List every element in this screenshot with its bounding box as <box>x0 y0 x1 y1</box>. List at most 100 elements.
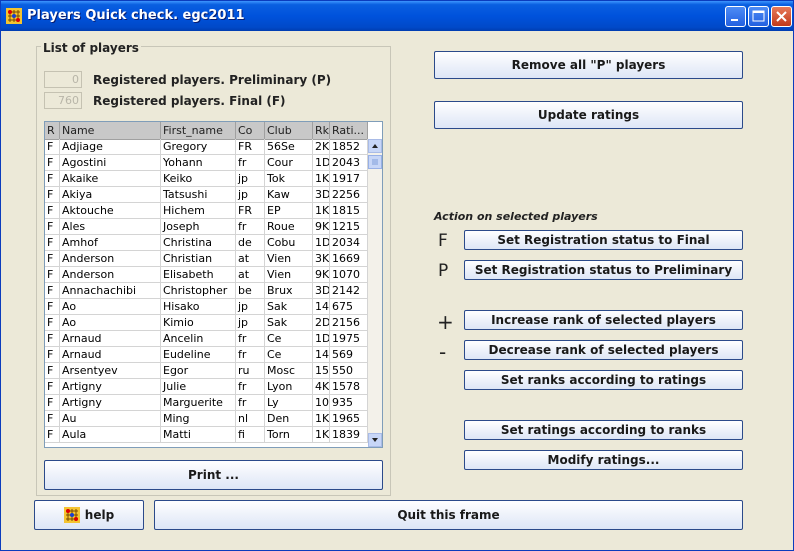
cell-status: F <box>45 411 60 427</box>
column-header-name[interactable]: Name <box>60 122 161 139</box>
preliminary-symbol: P <box>438 261 449 281</box>
column-header-rating[interactable]: Rati... <box>330 122 368 139</box>
set-final-status-button[interactable]: Set Registration status to Final <box>464 230 743 250</box>
cell-status: F <box>45 299 60 315</box>
window-title: Players Quick check. egc2011 <box>27 8 245 23</box>
cell-name: Akaike <box>60 171 161 187</box>
scroll-thumb[interactable] <box>368 155 382 169</box>
column-header-country[interactable]: Co <box>236 122 265 139</box>
table-row[interactable]: F Ao Kimio jp Sak 2D 2156 <box>45 315 368 331</box>
scroll-up-arrow-icon <box>372 144 378 148</box>
cell-first-name: Marguerite <box>161 395 236 411</box>
table-vertical-scrollbar[interactable] <box>368 139 382 447</box>
cell-country: be <box>236 283 265 299</box>
cell-country: fr <box>236 155 265 171</box>
cell-rating: 569 <box>330 347 368 363</box>
table-row[interactable]: F Annachachibi Christopher be Brux 3D 2142 <box>45 283 368 299</box>
table-row[interactable]: F Artigny Julie fr Lyon 4K 1578 <box>45 379 368 395</box>
action-section-label: Action on selected players <box>434 210 598 223</box>
scroll-grip-icon <box>372 159 378 165</box>
cell-first-name: Yohann <box>161 155 236 171</box>
table-row[interactable]: FAoHisakojpSak14K675 <box>45 299 368 315</box>
cell-first-name: Ancelin <box>161 331 236 347</box>
cell-name: Amhof <box>60 235 161 251</box>
cell-rank: 1K <box>315 203 330 219</box>
cell-rating: 1917 <box>330 171 368 187</box>
column-header-rank[interactable]: Rk <box>313 122 330 139</box>
table-row[interactable]: F Anderson Christian at Vien 3K 1669 <box>45 251 368 267</box>
cell-status: F <box>45 363 60 379</box>
set-preliminary-status-button[interactable]: Set Registration status to Preliminary <box>464 260 743 280</box>
cell-name: Aktouche <box>60 203 161 219</box>
table-row[interactable]: F Amhof Christina de Cobu 1D 2034 <box>45 235 368 251</box>
table-row[interactable]: FArsentyevEgorruMosc15K550 <box>45 363 368 379</box>
cell-club: Cour <box>265 155 313 171</box>
cell-status: F <box>45 155 60 171</box>
column-header-club[interactable]: Club <box>265 122 313 139</box>
cell-club: Roue <box>265 219 313 235</box>
cell-status: F <box>45 139 60 155</box>
cell-status: F <box>45 379 60 395</box>
cell-club: Brux <box>265 283 313 299</box>
cell-rank: 3K <box>315 251 330 267</box>
cell-club: 56Se <box>265 139 313 155</box>
cell-status: F <box>45 395 60 411</box>
cell-country: FR <box>236 139 265 155</box>
table-row[interactable]: F Adjiage Gregory FR 56Se 2K 1852 <box>45 139 368 155</box>
table-row[interactable]: F Akiya Tatsushi jp Kaw 3D 2256 <box>45 187 368 203</box>
cell-country: nl <box>236 411 265 427</box>
cell-rank: 4K <box>315 379 330 395</box>
cell-club: Tok <box>265 171 313 187</box>
remove-preliminary-players-button[interactable]: Remove all "P" players <box>434 51 743 79</box>
set-ranks-by-ratings-button[interactable]: Set ranks according to ratings <box>464 370 743 390</box>
scroll-down-button[interactable] <box>368 433 382 447</box>
players-table[interactable]: R Name First_name Co Club Rk Rati... F Ad… <box>44 121 383 448</box>
cell-status: F <box>45 235 60 251</box>
set-ratings-by-ranks-button[interactable]: Set ratings according to ranks <box>464 420 743 440</box>
cell-club: Ce <box>265 347 313 363</box>
cell-rank: 9K <box>315 219 330 235</box>
title-bar[interactable]: Players Quick check. egc2011 <box>1 1 793 31</box>
cell-country: fr <box>236 395 265 411</box>
cell-rating: 2256 <box>330 187 368 203</box>
table-row[interactable]: F Arnaud Ancelin fr Ce 1D 1975 <box>45 331 368 347</box>
cell-rating: 1669 <box>330 251 368 267</box>
print-button[interactable]: Print ... <box>44 460 383 490</box>
table-row[interactable]: F Agostini Yohann fr Cour 1D 2043 <box>45 155 368 171</box>
update-ratings-button[interactable]: Update ratings <box>434 101 743 129</box>
minimize-button[interactable] <box>725 6 746 27</box>
table-row[interactable]: F Ales Joseph fr Roue 9K 1215 <box>45 219 368 235</box>
modify-ratings-button[interactable]: Modify ratings... <box>464 450 743 470</box>
column-header-first-name[interactable]: First_name <box>161 122 236 139</box>
cell-rating: 2043 <box>330 155 368 171</box>
cell-first-name: Eudeline <box>161 347 236 363</box>
cell-country: jp <box>236 299 265 315</box>
cell-rank: 2D <box>315 315 330 331</box>
table-row[interactable]: F Au Ming nl Den 1K 1965 <box>45 411 368 427</box>
cell-first-name: Joseph <box>161 219 236 235</box>
scroll-up-button[interactable] <box>368 139 382 153</box>
cell-country: ru <box>236 363 265 379</box>
cell-first-name: Christian <box>161 251 236 267</box>
cell-club: Vien <box>265 251 313 267</box>
maximize-button[interactable] <box>748 6 769 27</box>
table-row[interactable]: F Aula Matti fi Torn 1K 1839 <box>45 427 368 443</box>
column-header-r[interactable]: R <box>45 122 60 139</box>
table-row[interactable]: FArnaudEudelinefrCe14K569 <box>45 347 368 363</box>
quit-frame-button[interactable]: Quit this frame <box>154 500 743 530</box>
increase-rank-button[interactable]: Increase rank of selected players <box>464 310 743 330</box>
table-row[interactable]: F Akaike Keiko jp Tok 1K 1917 <box>45 171 368 187</box>
table-row[interactable]: F Anderson Elisabeth at Vien 9K 1070 <box>45 267 368 283</box>
go-board-icon <box>63 507 80 523</box>
close-button[interactable] <box>771 6 792 27</box>
help-button[interactable]: help <box>34 500 144 530</box>
cell-rating: 935 <box>330 395 368 411</box>
decrease-rank-button[interactable]: Decrease rank of selected players <box>464 340 743 360</box>
cell-rating: 1839 <box>330 427 368 443</box>
table-row[interactable]: F Aktouche Hichem FR EP 1K 1815 <box>45 203 368 219</box>
preliminary-count-field: 0 <box>44 71 82 88</box>
table-header: R Name First_name Co Club Rk Rati... <box>45 122 368 140</box>
table-row[interactable]: FArtignyMargueritefrLy10K935 <box>45 395 368 411</box>
cell-club: Den <box>265 411 313 427</box>
cell-name: Au <box>60 411 161 427</box>
